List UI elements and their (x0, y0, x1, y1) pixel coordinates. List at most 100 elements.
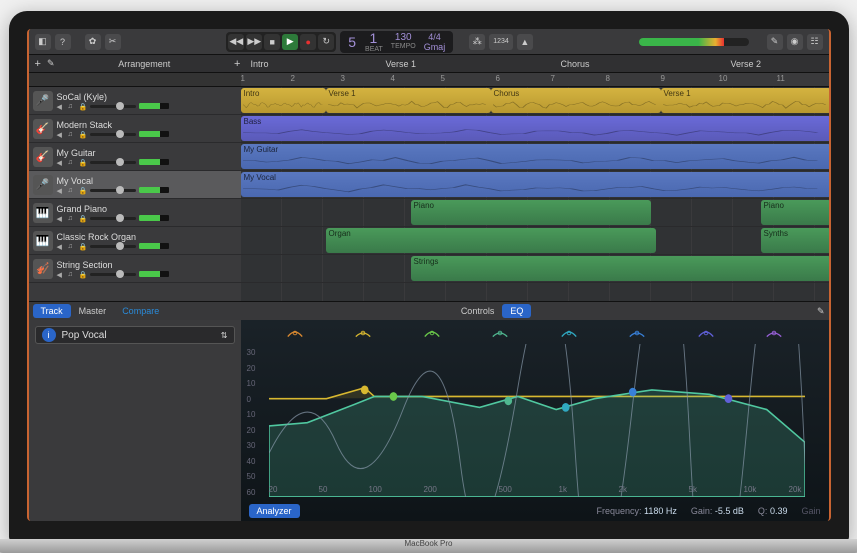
eq-band-selector[interactable] (423, 326, 441, 338)
track-header[interactable]: 🎻 String Section ◀ ♫ 🔒 (29, 255, 241, 283)
media-icon[interactable]: ☷ (807, 34, 823, 50)
tab-master[interactable]: Master (71, 304, 115, 318)
lock-icon[interactable]: 🔒 (79, 187, 87, 193)
region[interactable]: Verse 1 (661, 88, 829, 113)
tab-controls[interactable]: Controls (453, 304, 503, 318)
track-lane[interactable]: Bass (241, 115, 829, 143)
track-instrument-icon: 🎤 (33, 175, 53, 195)
region[interactable]: Organ (326, 228, 656, 253)
mute-button[interactable]: ◀ (57, 159, 65, 165)
rewind-button[interactable]: ◀◀ (228, 34, 244, 50)
tab-eq[interactable]: EQ (502, 304, 531, 318)
count-in-button[interactable]: 1234 (489, 34, 513, 50)
mute-button[interactable]: ◀ (57, 187, 65, 193)
region[interactable]: Piano (411, 200, 651, 225)
track-lane[interactable]: My Vocal (241, 171, 829, 199)
transport-controls: ◀◀ ▶▶ ■ ▶ ● ↻ (226, 32, 336, 52)
timeline[interactable]: IntroVerse 1ChorusVerse 1BassMy GuitarMy… (241, 87, 829, 301)
lcd-display[interactable]: 5 1BEAT 130TEMPO 4/4Gmaj (340, 31, 453, 53)
eq-band-selector[interactable] (697, 326, 715, 338)
region[interactable]: Chorus (491, 88, 661, 113)
stop-button[interactable]: ■ (264, 34, 280, 50)
track-header[interactable]: 🎹 Classic Rock Organ ◀ ♫ 🔒 (29, 227, 241, 255)
tab-track[interactable]: Track (33, 304, 71, 318)
lock-icon[interactable]: 🔒 (79, 215, 87, 221)
lock-icon[interactable]: 🔒 (79, 159, 87, 165)
track-lane[interactable]: Strings (241, 255, 829, 283)
solo-button[interactable]: ♫ (68, 131, 76, 137)
mute-button[interactable]: ◀ (57, 103, 65, 109)
record-button[interactable]: ● (300, 34, 316, 50)
region[interactable]: Bass (241, 116, 829, 141)
eq-band-selector[interactable] (560, 326, 578, 338)
region[interactable]: Piano (761, 200, 829, 225)
track-header[interactable]: 🎤 SoCal (Kyle) ◀ ♫ 🔒 (29, 87, 241, 115)
eq-band-selector[interactable] (765, 326, 783, 338)
eq-graph[interactable] (269, 344, 805, 497)
eq-band-selector[interactable] (491, 326, 509, 338)
tuner-icon[interactable]: ⁂ (469, 34, 485, 50)
track-instrument-icon: 🎤 (33, 91, 53, 111)
library-icon[interactable]: ◧ (35, 34, 51, 50)
mute-button[interactable]: ◀ (57, 215, 65, 221)
solo-button[interactable]: ♫ (68, 103, 76, 109)
bar-ruler[interactable]: 1234567891011 (29, 73, 829, 87)
region[interactable]: Intro (241, 88, 326, 113)
volume-slider[interactable] (90, 273, 136, 276)
mute-button[interactable]: ◀ (57, 271, 65, 277)
volume-slider[interactable] (90, 245, 136, 248)
volume-slider[interactable] (90, 189, 136, 192)
region[interactable]: Synths (761, 228, 829, 253)
level-meter (139, 215, 169, 221)
solo-button[interactable]: ♫ (68, 243, 76, 249)
loops-icon[interactable]: ◉ (787, 34, 803, 50)
volume-slider[interactable] (90, 133, 136, 136)
volume-slider[interactable] (90, 217, 136, 220)
help-icon[interactable]: ? (55, 34, 71, 50)
track-header[interactable]: 🎸 Modern Stack ◀ ♫ 🔒 (29, 115, 241, 143)
track-header[interactable]: 🎸 My Guitar ◀ ♫ 🔒 (29, 143, 241, 171)
solo-button[interactable]: ♫ (68, 187, 76, 193)
eq-band-selector[interactable] (354, 326, 372, 338)
master-volume-meter[interactable] (639, 38, 749, 46)
eq-band-selector[interactable] (286, 326, 304, 338)
region[interactable]: Verse 1 (326, 88, 491, 113)
notepad-icon[interactable]: ✎ (767, 34, 783, 50)
track-lane[interactable]: My Guitar (241, 143, 829, 171)
lock-icon[interactable]: 🔒 (79, 243, 87, 249)
region[interactable]: My Vocal (241, 172, 829, 197)
metronome-icon[interactable]: ▲ (517, 34, 533, 50)
track-header[interactable]: 🎤 My Vocal ◀ ♫ 🔒 (29, 171, 241, 199)
play-button[interactable]: ▶ (282, 34, 298, 50)
solo-button[interactable]: ♫ (68, 159, 76, 165)
region[interactable]: My Guitar (241, 144, 829, 169)
mute-button[interactable]: ◀ (57, 131, 65, 137)
volume-slider[interactable] (90, 105, 136, 108)
add-track-icon[interactable]: + (35, 58, 41, 70)
solo-button[interactable]: ♫ (68, 215, 76, 221)
lock-icon[interactable]: 🔒 (79, 271, 87, 277)
track-lane[interactable]: Organ Synths (241, 227, 829, 255)
lock-icon[interactable]: 🔒 (79, 103, 87, 109)
eq-band-selector[interactable] (628, 326, 646, 338)
track-lane[interactable]: Piano Piano (241, 199, 829, 227)
mute-button[interactable]: ◀ (57, 243, 65, 249)
region[interactable]: Strings (411, 256, 829, 281)
solo-button[interactable]: ♫ (68, 271, 76, 277)
preset-dropdown[interactable]: i Pop Vocal ⇅ (35, 326, 235, 344)
track-header[interactable]: 🎹 Grand Piano ◀ ♫ 🔒 (29, 199, 241, 227)
settings-icon[interactable]: ✿ (85, 34, 101, 50)
info-icon[interactable]: i (42, 328, 56, 342)
analyzer-button[interactable]: Analyzer (249, 504, 300, 518)
lock-icon[interactable]: 🔒 (79, 131, 87, 137)
cycle-button[interactable]: ↻ (318, 34, 334, 50)
add-marker-icon[interactable]: + (234, 58, 240, 70)
tracks-area: 🎤 SoCal (Kyle) ◀ ♫ 🔒 🎸 Modern Stack ◀ ♫ … (29, 87, 829, 301)
forward-button[interactable]: ▶▶ (246, 34, 262, 50)
volume-slider[interactable] (90, 161, 136, 164)
scissors-icon[interactable]: ✂ (105, 34, 121, 50)
edit-icon[interactable]: ✎ (47, 58, 55, 69)
edit-panel-icon[interactable]: ✎ (817, 306, 825, 317)
track-lane[interactable]: IntroVerse 1ChorusVerse 1 (241, 87, 829, 115)
tab-compare[interactable]: Compare (114, 304, 167, 318)
